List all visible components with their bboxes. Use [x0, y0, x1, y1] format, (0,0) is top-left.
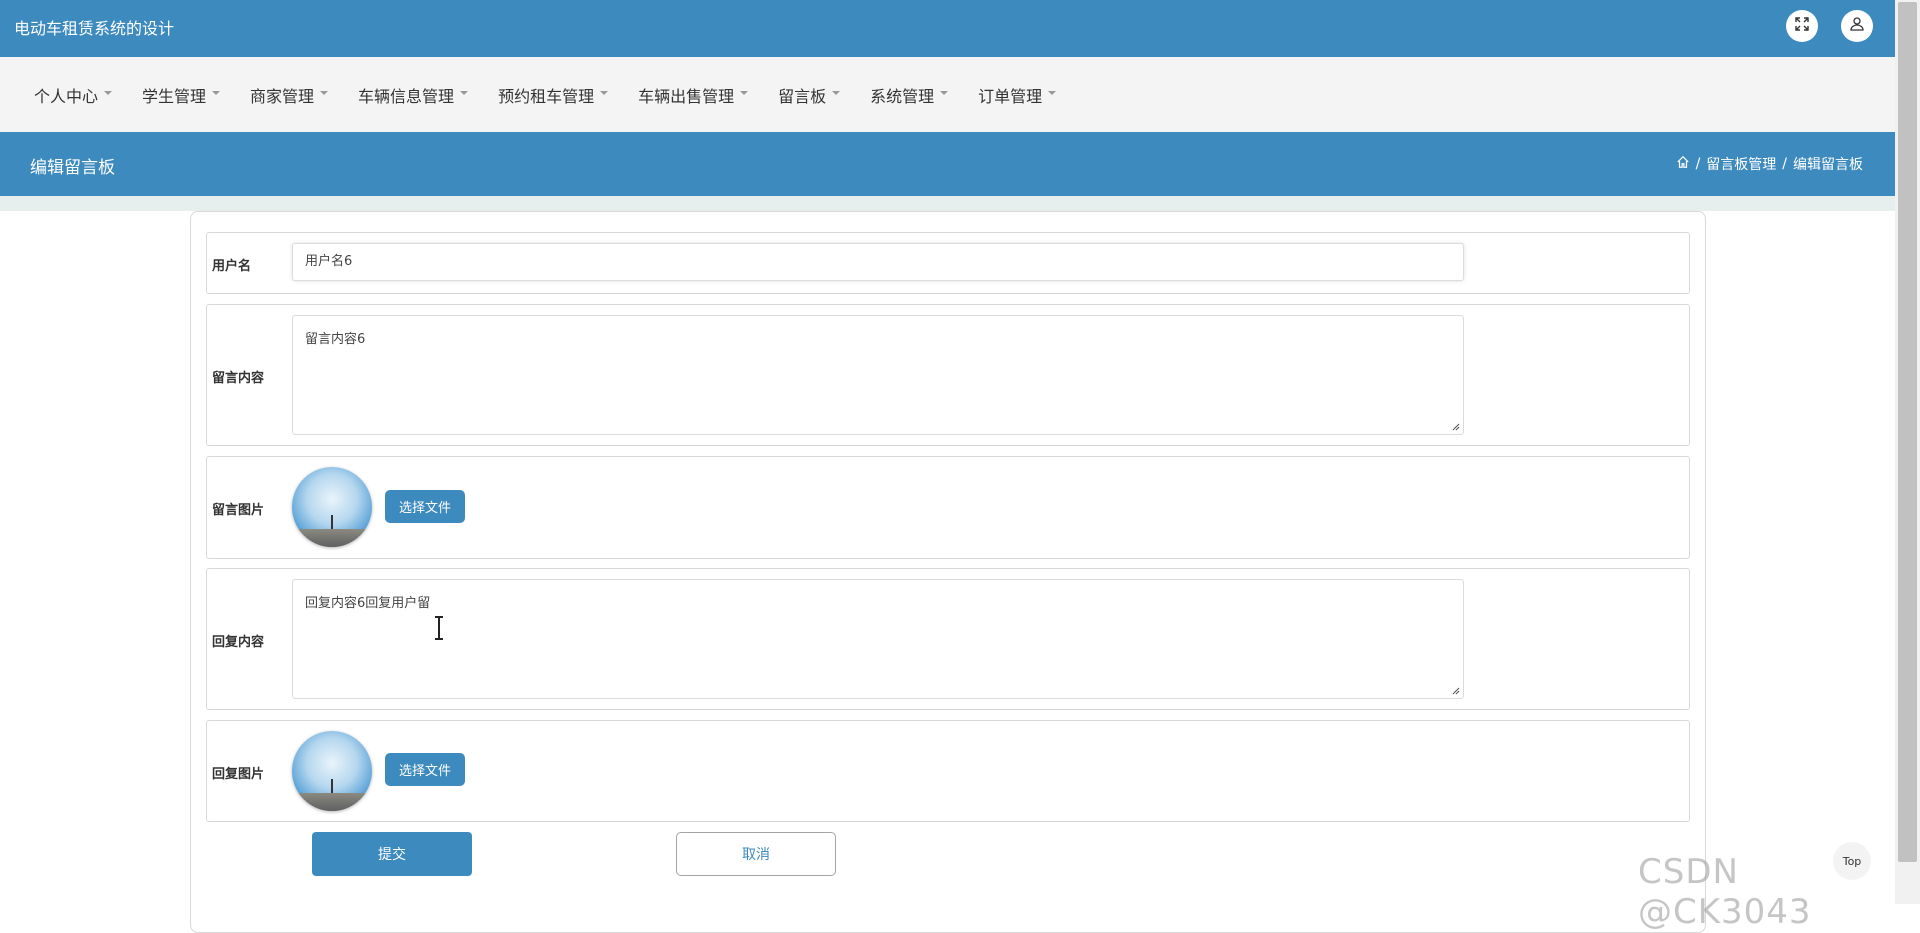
breadcrumb-separator: /: [1695, 156, 1701, 172]
page-title: 编辑留言板: [30, 158, 115, 178]
nav-item-personal-center[interactable]: 个人中心: [34, 83, 113, 107]
top-bar: 电动车租赁系统的设计: [0, 0, 1895, 57]
message-label: 留言内容: [212, 371, 265, 386]
message-text: 留言内容6: [305, 332, 366, 347]
username-label: 用户名: [212, 259, 252, 274]
breadcrumb-item-current: 编辑留言板: [1793, 157, 1863, 173]
username-input[interactable]: 用户名6: [292, 243, 1464, 281]
nav-item-message-board[interactable]: 留言板: [778, 83, 841, 107]
reply-text: 回复内容6回复用户留: [305, 596, 431, 611]
nav-item-label: 预约租车管理: [498, 86, 595, 106]
chevron-down-icon: [832, 90, 841, 95]
nav-item-merchants[interactable]: 商家管理: [250, 83, 329, 107]
text-cursor-icon: [435, 616, 443, 640]
chevron-down-icon: [460, 90, 469, 95]
cancel-button[interactable]: 取消: [676, 832, 836, 876]
nav-item-orders[interactable]: 订单管理: [978, 83, 1057, 107]
form-row-message: 留言内容 留言内容6: [206, 304, 1690, 446]
nav-item-label: 车辆出售管理: [638, 86, 735, 106]
submit-button[interactable]: 提交: [312, 832, 472, 876]
reply-textarea[interactable]: 回复内容6回复用户留: [292, 579, 1464, 699]
breadcrumb-separator: /: [1782, 156, 1787, 172]
breadcrumb: / 留言板管理 / 编辑留言板: [1676, 154, 1863, 174]
message-image-choose-file-button[interactable]: 选择文件: [385, 490, 465, 523]
chevron-down-icon: [1048, 90, 1057, 95]
form-row-reply: 回复内容 回复内容6回复用户留: [206, 568, 1690, 710]
chevron-down-icon: [600, 90, 609, 95]
home-icon[interactable]: [1676, 155, 1690, 173]
reply-image-choose-file-button[interactable]: 选择文件: [385, 753, 465, 786]
message-textarea[interactable]: 留言内容6: [292, 315, 1464, 435]
message-image-label: 留言图片: [212, 503, 265, 518]
app-title: 电动车租赁系统的设计: [14, 19, 175, 38]
chevron-down-icon: [320, 90, 329, 95]
nav-item-label: 商家管理: [250, 86, 315, 106]
scrollbar-thumb[interactable]: [1898, 2, 1917, 862]
reply-image-label: 回复图片: [212, 767, 265, 782]
reply-image-thumbnail: [292, 731, 372, 811]
resize-grip-icon[interactable]: [1450, 421, 1460, 431]
nav-item-label: 留言板: [778, 86, 827, 106]
nav-item-label: 个人中心: [34, 86, 99, 106]
chevron-down-icon: [104, 90, 113, 95]
chevron-down-icon: [740, 90, 749, 95]
reply-label: 回复内容: [212, 635, 265, 650]
user-menu-button[interactable]: [1841, 10, 1873, 42]
form-row-reply-image: 回复图片 选择文件: [206, 720, 1690, 822]
resize-grip-icon[interactable]: [1450, 685, 1460, 695]
nav-item-system[interactable]: 系统管理: [870, 83, 949, 107]
breadcrumb-item[interactable]: 留言板管理: [1706, 154, 1776, 174]
page-header: 编辑留言板 / 留言板管理 / 编辑留言板: [0, 132, 1895, 196]
message-image-thumbnail: [292, 467, 372, 547]
nav-item-label: 学生管理: [142, 86, 207, 106]
fullscreen-button[interactable]: [1786, 10, 1818, 42]
nav-item-label: 订单管理: [978, 86, 1043, 106]
form-row-username: 用户名 用户名6: [206, 232, 1690, 294]
nav-item-reservations[interactable]: 预约租车管理: [498, 83, 609, 107]
nav-item-students[interactable]: 学生管理: [142, 83, 221, 107]
watermark: CSDN @CK3043: [1638, 852, 1812, 932]
nav-item-vehicle-sales[interactable]: 车辆出售管理: [638, 83, 749, 107]
chevron-down-icon: [940, 90, 949, 95]
nav-item-label: 系统管理: [870, 86, 935, 106]
fullscreen-icon: [1794, 16, 1810, 36]
header-divider: [0, 196, 1895, 211]
back-to-top-button[interactable]: Top: [1833, 842, 1871, 880]
form-row-message-image: 留言图片 选择文件: [206, 456, 1690, 559]
main-nav: 个人中心 学生管理 商家管理 车辆信息管理 预约租车管理 车辆出售管理 留言板 …: [0, 57, 1895, 132]
nav-item-label: 车辆信息管理: [358, 86, 455, 106]
user-icon: [1849, 16, 1865, 36]
nav-item-vehicle-info[interactable]: 车辆信息管理: [358, 83, 469, 107]
chevron-down-icon: [212, 90, 221, 95]
